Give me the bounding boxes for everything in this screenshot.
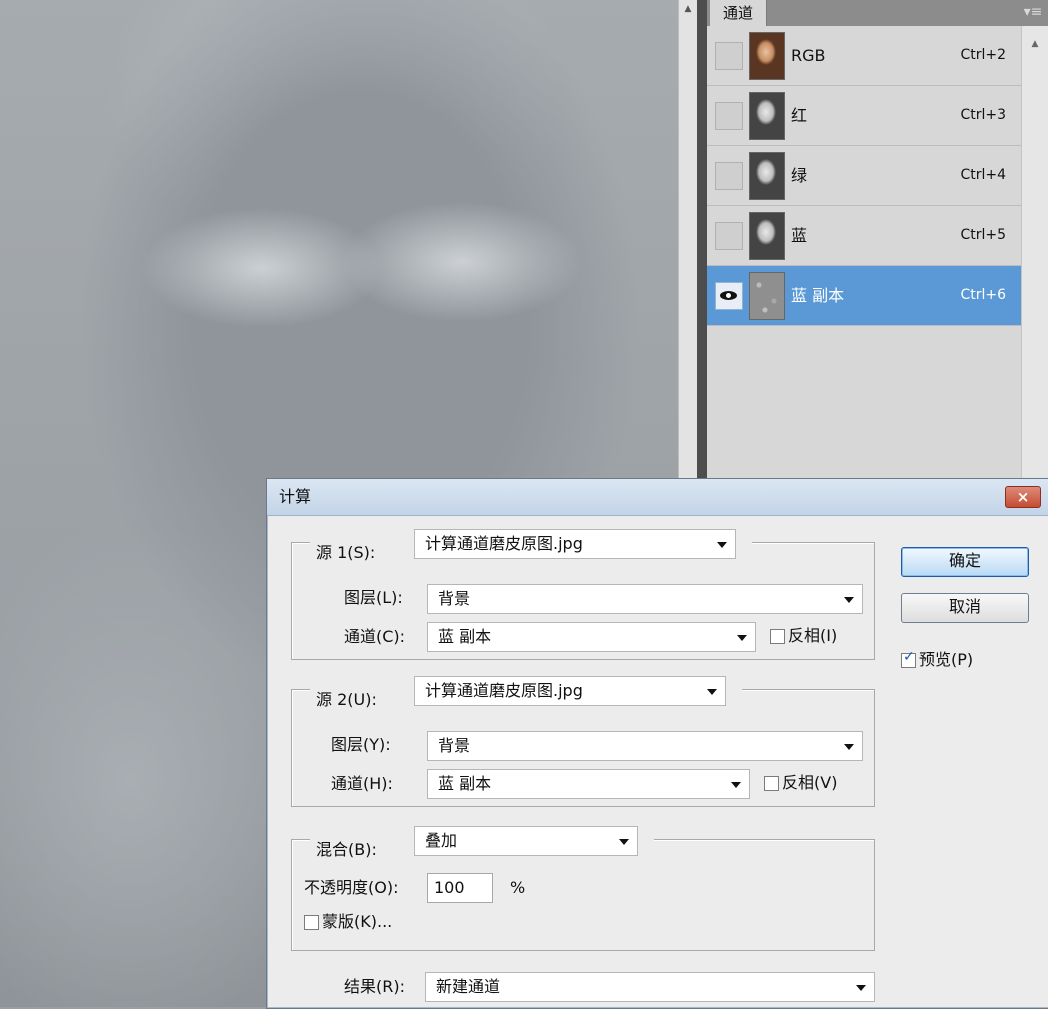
- source-2-legend: 源 2(U): 计算通道磨皮原图.jpg: [310, 675, 742, 709]
- visibility-toggle[interactable]: [715, 42, 743, 70]
- channel-thumbnail: [749, 92, 785, 140]
- chevron-down-icon: [717, 542, 727, 548]
- channel-row-rgb[interactable]: RGB Ctrl+2: [707, 26, 1022, 86]
- mask-label: 蒙版(K)...: [322, 912, 393, 931]
- scroll-up-icon[interactable]: ▲: [1022, 36, 1048, 52]
- mask-checkbox[interactable]: [304, 914, 319, 930]
- channel-thumbnail: [749, 272, 785, 320]
- channel-row-blue[interactable]: 蓝 Ctrl+5: [707, 206, 1022, 266]
- channel-shortcut: Ctrl+2: [960, 47, 1006, 63]
- source-2-layer-value: 背景: [438, 736, 471, 755]
- chevron-down-icon: [856, 985, 866, 991]
- source-1-legend: 源 1(S): 计算通道磨皮原图.jpg: [310, 528, 752, 562]
- dialog-title: 计算: [279, 487, 312, 506]
- source-1-invert-checkbox[interactable]: [770, 628, 785, 644]
- source-1-invert[interactable]: 反相(I): [770, 626, 837, 646]
- eye-icon: [720, 291, 737, 300]
- blend-group: 混合(B): 叠加 不透明度(O): 100 % 蒙版(K)...: [291, 825, 875, 951]
- channel-thumbnail: [749, 32, 785, 80]
- source-1-layer-label: 图层(L):: [344, 588, 403, 607]
- result-dropdown[interactable]: 新建通道: [425, 972, 875, 1002]
- source-2-invert-label: 反相(V): [782, 773, 838, 792]
- source-1-dropdown[interactable]: 计算通道磨皮原图.jpg: [414, 529, 736, 559]
- channel-shortcut: Ctrl+6: [960, 287, 1006, 303]
- channel-thumbnail: [749, 212, 785, 260]
- source-2-value: 计算通道磨皮原图.jpg: [425, 681, 583, 700]
- source-1-value: 计算通道磨皮原图.jpg: [425, 534, 583, 553]
- blend-mode-value: 叠加: [425, 831, 458, 850]
- ok-button[interactable]: 确定: [901, 547, 1029, 577]
- opacity-label: 不透明度(O):: [304, 878, 399, 897]
- channel-name: 绿: [791, 166, 808, 185]
- channel-shortcut: Ctrl+5: [960, 227, 1006, 243]
- source-2-group: 源 2(U): 计算通道磨皮原图.jpg 图层(Y): 背景 通道(H): 蓝 …: [291, 675, 875, 807]
- source-1-layer-dropdown[interactable]: 背景: [427, 584, 863, 614]
- panel-menu-icon[interactable]: ▾≡: [1022, 2, 1044, 22]
- visibility-toggle[interactable]: [715, 282, 743, 310]
- channel-name: 红: [791, 106, 808, 125]
- chevron-down-icon: [707, 689, 717, 695]
- source-2-channel-value: 蓝 副本: [438, 774, 492, 793]
- result-value: 新建通道: [436, 977, 501, 996]
- source-2-layer-label: 图层(Y):: [331, 735, 391, 754]
- dialog-titlebar[interactable]: 计算 ×: [267, 479, 1048, 516]
- tab-channels[interactable]: 通道: [710, 0, 767, 26]
- chevron-down-icon: [844, 744, 854, 750]
- opacity-unit: %: [510, 878, 526, 897]
- calculations-dialog: 计算 × 源 1(S): 计算通道磨皮原图.jpg 图层(L): 背景 通道(C…: [266, 478, 1048, 1009]
- channel-name: 蓝: [791, 226, 808, 245]
- source-2-invert[interactable]: 反相(V): [764, 773, 837, 793]
- result-label: 结果(R):: [344, 977, 405, 996]
- scroll-up-icon[interactable]: ▲: [679, 0, 697, 18]
- chevron-down-icon: [619, 839, 629, 845]
- source-2-channel-dropdown[interactable]: 蓝 副本: [427, 769, 750, 799]
- channel-shortcut: Ctrl+3: [960, 107, 1006, 123]
- opacity-input[interactable]: 100: [427, 873, 493, 903]
- channel-row-blue-copy[interactable]: 蓝 副本 Ctrl+6: [707, 266, 1022, 326]
- preview-checkbox[interactable]: [901, 649, 916, 668]
- visibility-toggle[interactable]: [715, 102, 743, 130]
- chevron-down-icon: [844, 597, 854, 603]
- source-2-channel-label: 通道(H):: [331, 774, 393, 793]
- source-1-channel-dropdown[interactable]: 蓝 副本: [427, 622, 756, 652]
- source-2-layer-dropdown[interactable]: 背景: [427, 731, 863, 761]
- source-1-label: 源 1(S):: [316, 543, 376, 562]
- close-icon[interactable]: ×: [1005, 486, 1041, 508]
- source-2-dropdown[interactable]: 计算通道磨皮原图.jpg: [414, 676, 726, 706]
- opacity-value: 100: [434, 878, 465, 897]
- channel-thumbnail: [749, 152, 785, 200]
- blend-legend: 混合(B): 叠加: [310, 825, 654, 859]
- cancel-button[interactable]: 取消: [901, 593, 1029, 623]
- source-1-group: 源 1(S): 计算通道磨皮原图.jpg 图层(L): 背景 通道(C): 蓝 …: [291, 528, 875, 660]
- channel-name: 蓝 副本: [791, 286, 845, 305]
- panel-tab-bar: 通道 ▾≡: [707, 0, 1048, 27]
- source-1-layer-value: 背景: [438, 589, 471, 608]
- blend-label: 混合(B):: [316, 840, 377, 859]
- mask-option[interactable]: 蒙版(K)...: [304, 912, 392, 932]
- preview-option[interactable]: 预览(P): [901, 649, 974, 670]
- channel-name: RGB: [791, 46, 826, 65]
- source-1-channel-label: 通道(C):: [344, 627, 406, 646]
- chevron-down-icon: [731, 782, 741, 788]
- visibility-toggle[interactable]: [715, 222, 743, 250]
- channel-shortcut: Ctrl+4: [960, 167, 1006, 183]
- channel-row-red[interactable]: 红 Ctrl+3: [707, 86, 1022, 146]
- preview-label: 预览(P): [919, 650, 974, 669]
- source-2-label: 源 2(U):: [316, 690, 377, 709]
- source-1-channel-value: 蓝 副本: [438, 627, 492, 646]
- visibility-toggle[interactable]: [715, 162, 743, 190]
- blend-mode-dropdown[interactable]: 叠加: [414, 826, 638, 856]
- chevron-down-icon: [737, 635, 747, 641]
- source-2-invert-checkbox[interactable]: [764, 775, 779, 791]
- source-1-invert-label: 反相(I): [788, 626, 838, 645]
- channel-row-green[interactable]: 绿 Ctrl+4: [707, 146, 1022, 206]
